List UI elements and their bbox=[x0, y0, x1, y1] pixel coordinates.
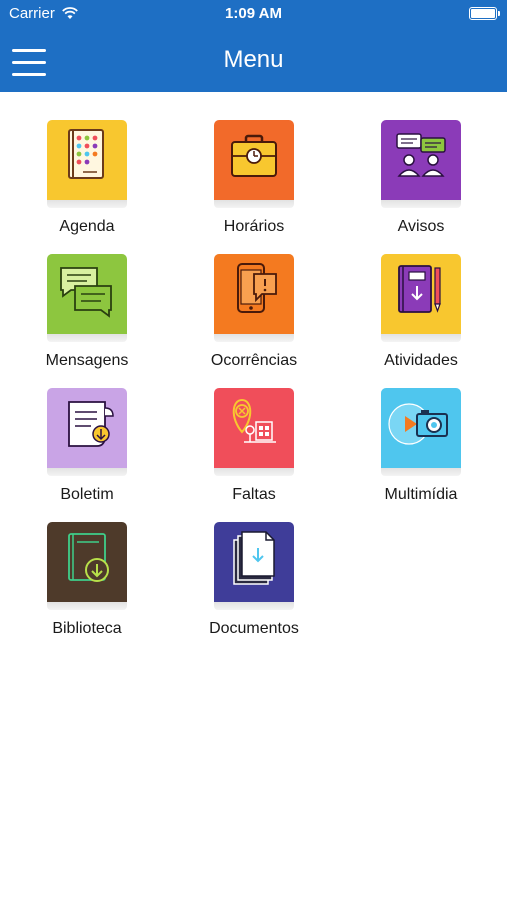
tile-shadow bbox=[47, 200, 127, 208]
location-absence-icon bbox=[214, 388, 294, 468]
menu-item-label: Avisos bbox=[397, 218, 445, 235]
faltas-tile bbox=[214, 388, 294, 468]
people-talking-icon bbox=[381, 120, 461, 200]
menu-item-horarios[interactable]: Horários bbox=[194, 120, 314, 250]
menu-item-multimidia[interactable]: Multimídia bbox=[361, 388, 481, 518]
menu-item-label: Agenda bbox=[59, 218, 115, 235]
tile-shadow bbox=[214, 334, 294, 342]
mensagens-tile bbox=[47, 254, 127, 334]
agenda-tile bbox=[47, 120, 127, 200]
menu-item-label: Boletim bbox=[60, 486, 114, 503]
biblioteca-tile bbox=[47, 522, 127, 602]
tile-shadow bbox=[47, 602, 127, 610]
menu-item-label: Faltas bbox=[232, 486, 276, 503]
avisos-tile bbox=[381, 120, 461, 200]
boletim-tile bbox=[47, 388, 127, 468]
menu-item-label: Mensagens bbox=[45, 352, 129, 369]
tile-shadow bbox=[381, 468, 461, 476]
menu-item-label: Biblioteca bbox=[52, 620, 122, 637]
ocorrencias-tile bbox=[214, 254, 294, 334]
menu-item-label: Documentos bbox=[209, 620, 299, 637]
tile-shadow bbox=[214, 468, 294, 476]
notebook-pencil-icon bbox=[381, 254, 461, 334]
status-time: 1:09 AM bbox=[225, 5, 282, 22]
atividades-tile bbox=[381, 254, 461, 334]
menu-item-label: Ocorrências bbox=[210, 352, 298, 369]
menu-item-agenda[interactable]: Agenda bbox=[27, 120, 147, 250]
briefcase-clock-icon bbox=[214, 120, 294, 200]
horarios-tile bbox=[214, 120, 294, 200]
header-bar: Carrier 1:09 AM Menu bbox=[0, 0, 507, 92]
menu-item-mensagens[interactable]: Mensagens bbox=[27, 254, 147, 384]
report-card-icon bbox=[47, 388, 127, 468]
status-bar: Carrier 1:09 AM bbox=[0, 0, 507, 28]
menu-item-label: Atividades bbox=[384, 352, 458, 369]
menu-item-documentos[interactable]: Documentos bbox=[194, 522, 314, 652]
menu-item-ocorrencias[interactable]: Ocorrências bbox=[194, 254, 314, 384]
battery-icon bbox=[469, 7, 500, 20]
menu-item-biblioteca[interactable]: Biblioteca bbox=[27, 522, 147, 652]
menu-item-boletim[interactable]: Boletim bbox=[27, 388, 147, 518]
menu-item-label: Horários bbox=[223, 218, 285, 235]
tile-shadow bbox=[214, 200, 294, 208]
chat-bubbles-icon bbox=[47, 254, 127, 334]
phone-alert-icon bbox=[214, 254, 294, 334]
menu-item-label: Multimídia bbox=[384, 486, 458, 503]
menu-item-atividades[interactable]: Atividades bbox=[361, 254, 481, 384]
menu-item-avisos[interactable]: Avisos bbox=[361, 120, 481, 250]
page-title: Menu bbox=[223, 46, 284, 73]
tile-shadow bbox=[381, 334, 461, 342]
tile-shadow bbox=[47, 468, 127, 476]
documentos-tile bbox=[214, 522, 294, 602]
menu-item-faltas[interactable]: Faltas bbox=[194, 388, 314, 518]
book-download-icon bbox=[47, 522, 127, 602]
tile-shadow bbox=[381, 200, 461, 208]
multimidia-tile bbox=[381, 388, 461, 468]
documents-icon bbox=[214, 522, 294, 602]
camera-media-icon bbox=[381, 388, 461, 468]
tile-shadow bbox=[214, 602, 294, 610]
agenda-icon bbox=[47, 120, 127, 200]
tile-shadow bbox=[47, 334, 127, 342]
